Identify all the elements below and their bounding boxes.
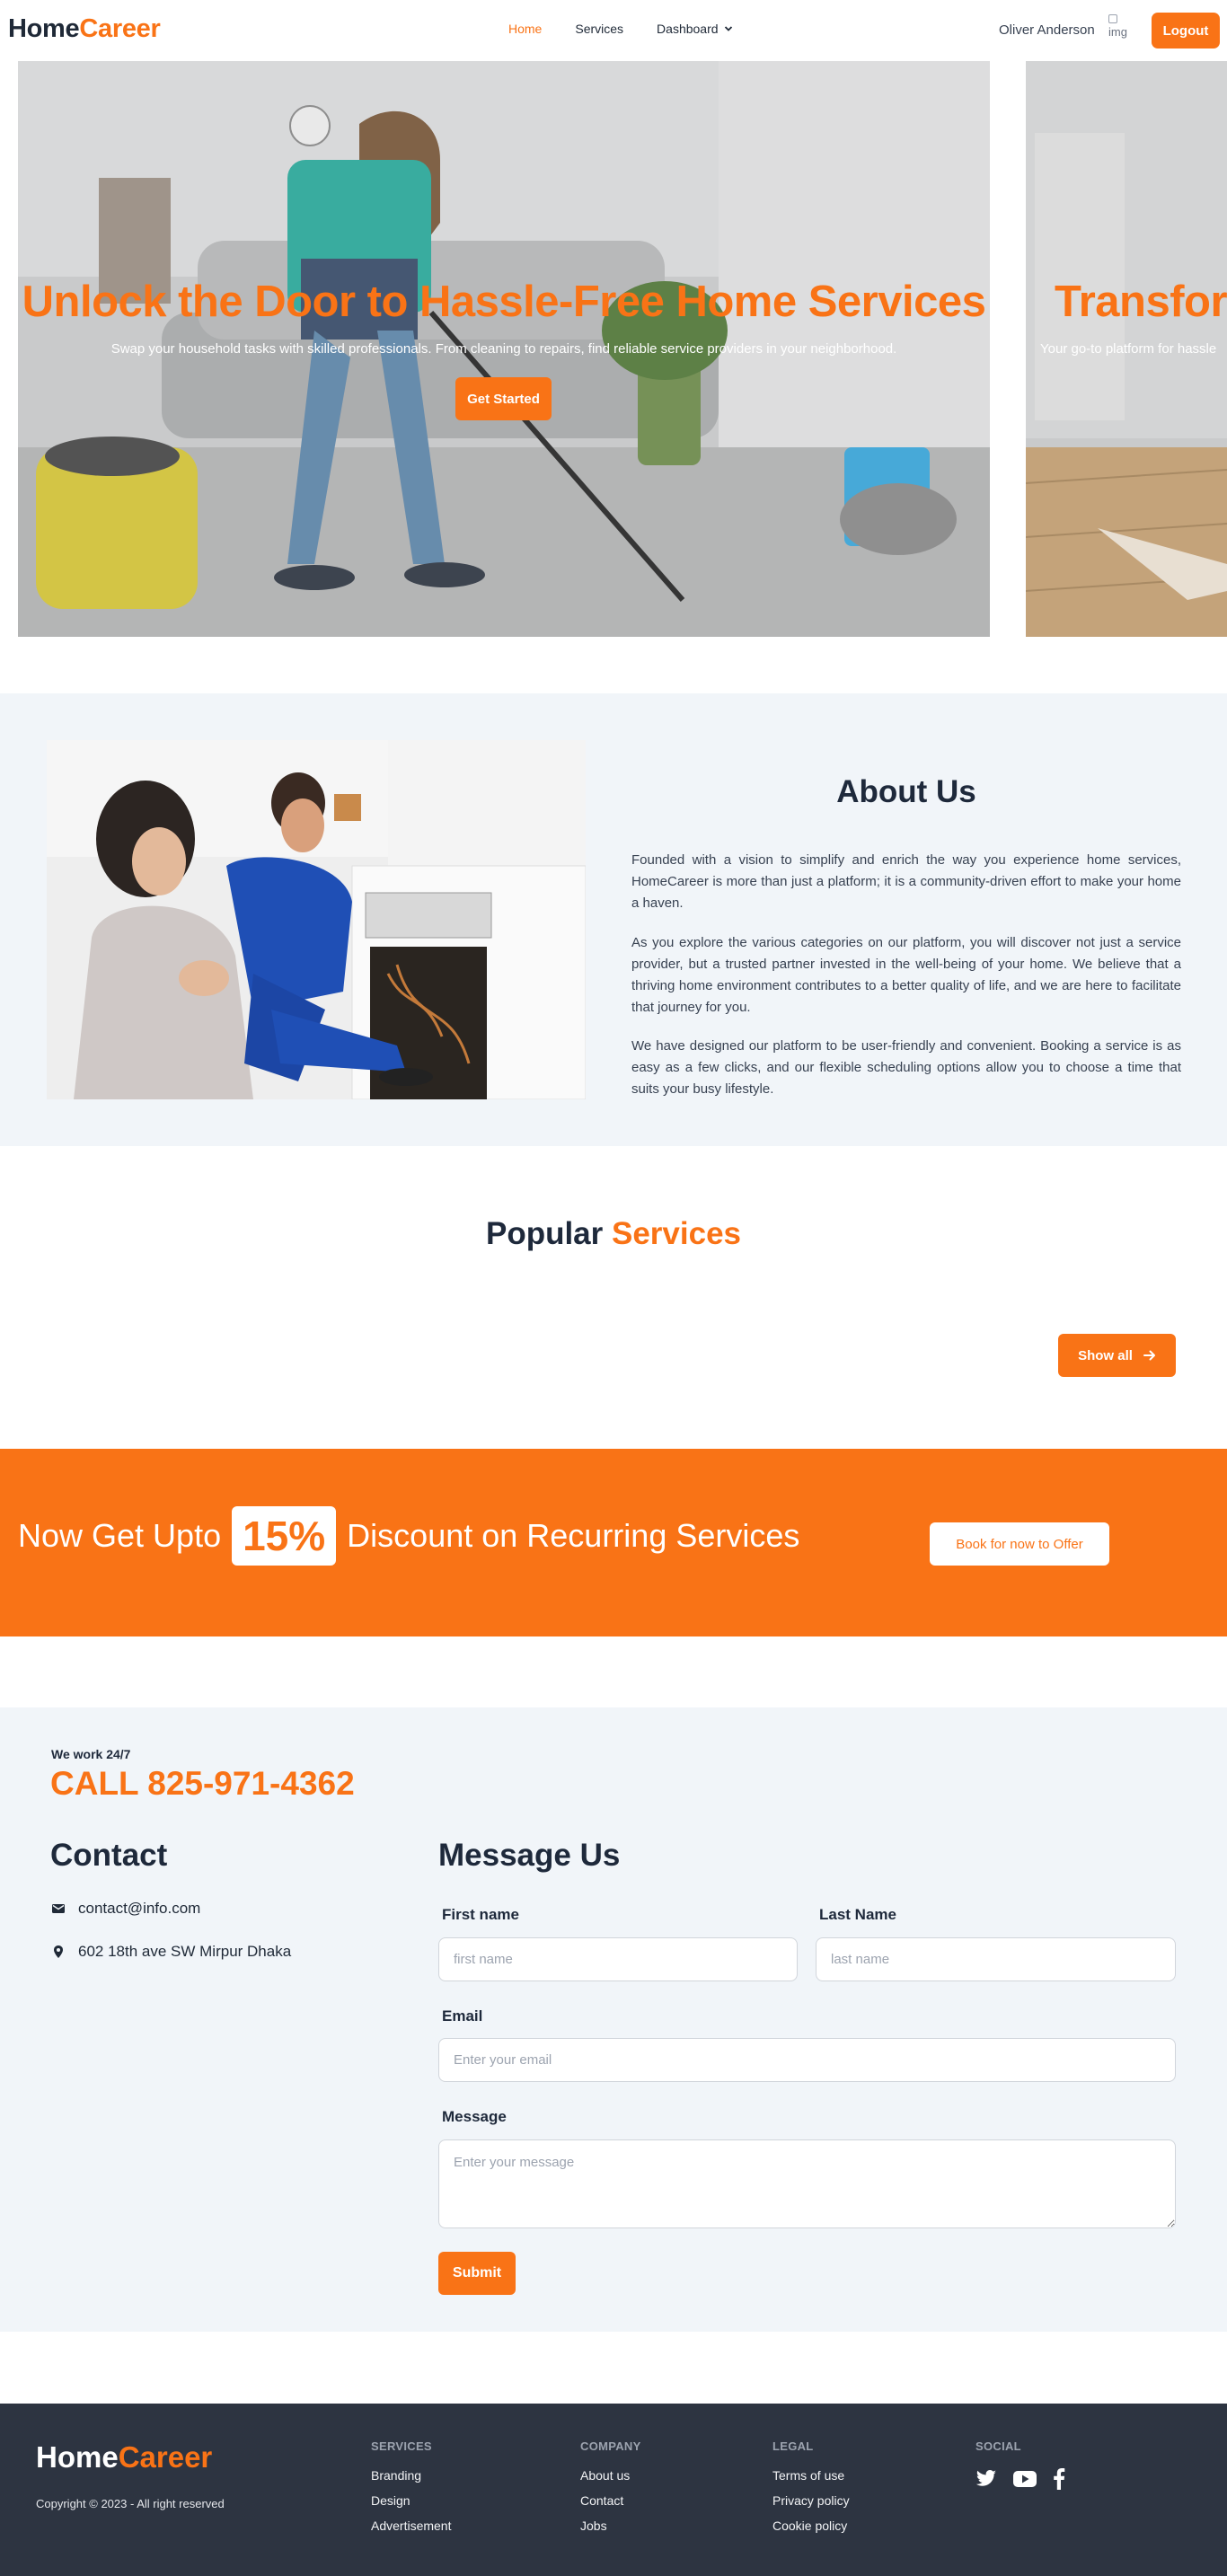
about-image: [47, 740, 586, 1099]
contact-email[interactable]: contact@info.com: [51, 1900, 200, 1918]
social-icons: [975, 2468, 1065, 2490]
footer-link-contact[interactable]: Contact: [580, 2493, 641, 2508]
nav-dashboard-label: Dashboard: [657, 22, 719, 36]
discount-text-before: Now Get Upto: [18, 1517, 222, 1554]
navbar: HomeCareer Home Services Dashboard Olive…: [0, 0, 1227, 61]
footer-brand-part2: Career: [118, 2440, 213, 2474]
brand-name-part1: Home: [8, 14, 80, 43]
facebook-icon[interactable]: [1053, 2468, 1065, 2490]
about-paragraph: As you explore the various categories on…: [631, 935, 1181, 1015]
youtube-icon[interactable]: [1013, 2470, 1037, 2488]
email-field[interactable]: [438, 2038, 1176, 2082]
book-offer-button[interactable]: Book for now to Offer: [930, 1522, 1109, 1566]
email-label: Email: [442, 2007, 483, 2025]
nav-dashboard-dropdown[interactable]: Dashboard: [657, 22, 733, 36]
message-us-heading: Message Us: [438, 1838, 621, 1873]
hero-subtitle: Swap your household tasks with skilled p…: [110, 341, 897, 357]
call-number[interactable]: CALL 825-971-4362: [50, 1765, 355, 1803]
arrow-right-icon: [1143, 1350, 1155, 1361]
footer-logo[interactable]: HomeCareer: [36, 2440, 212, 2475]
footer-social-column: SOCIAL: [975, 2439, 1065, 2490]
broken-image-icon: [1108, 14, 1117, 23]
last-name-label: Last Name: [819, 1906, 896, 1923]
footer-link-about-us[interactable]: About us: [580, 2468, 641, 2483]
last-name-input[interactable]: [816, 1937, 1176, 1981]
avatar-alt-text: img: [1108, 24, 1127, 39]
popular-title-part1: Popular: [485, 1216, 604, 1251]
nav-links: Home Services Dashboard: [508, 22, 733, 36]
first-name-label: First name: [442, 1906, 519, 1923]
footer-legal-column: LEGAL Terms of use Privacy policy Cookie…: [772, 2439, 850, 2544]
footer-company-column: COMPANY About us Contact Jobs: [580, 2439, 641, 2544]
footer-column-title: COMPANY: [580, 2439, 641, 2453]
discount-percent-badge: 15%: [232, 1506, 337, 1566]
contact-email-text: contact@info.com: [78, 1900, 201, 1917]
chevron-down-icon: [724, 26, 732, 31]
message-label: Message: [442, 2108, 507, 2125]
about-section: About Us Founded with a vision to simpli…: [0, 693, 1227, 1146]
footer-services-column: SERVICES Branding Design Advertisement: [371, 2439, 451, 2544]
logout-button[interactable]: Logout: [1152, 13, 1220, 49]
discount-text-after: Discount on Recurring Services: [347, 1517, 800, 1554]
footer-link-design[interactable]: Design: [371, 2493, 451, 2508]
user-name: Oliver Anderson: [999, 22, 1095, 38]
footer: HomeCareer Copyright © 2023 - All right …: [0, 2404, 1227, 2576]
contact-section: We work 24/7 CALL 825-971-4362 Contact c…: [0, 1707, 1227, 2332]
brand-name-part2: Career: [79, 14, 161, 43]
discount-text: Now Get Upto 15% Discount on Recurring S…: [18, 1506, 799, 1566]
hero-slide: Unlock the Door to Hassle-Free Home Serv…: [18, 61, 990, 637]
footer-link-jobs[interactable]: Jobs: [580, 2519, 641, 2533]
nav-home-link[interactable]: Home: [508, 22, 542, 36]
message-textarea[interactable]: [438, 2139, 1176, 2228]
work-hours: We work 24/7: [51, 1747, 131, 1761]
avatar[interactable]: img: [1108, 13, 1135, 47]
footer-brand-part1: Home: [36, 2440, 119, 2474]
copyright: Copyright © 2023 - All right reserved: [36, 2497, 225, 2510]
twitter-icon[interactable]: [975, 2470, 997, 2488]
about-paragraph: We have designed our platform to be user…: [631, 1038, 1181, 1097]
about-title: About Us: [836, 774, 976, 809]
brand-logo[interactable]: HomeCareer: [8, 14, 161, 44]
footer-column-title: SOCIAL: [975, 2439, 1021, 2453]
footer-link-cookie[interactable]: Cookie policy: [772, 2519, 850, 2533]
show-all-label: Show all: [1078, 1347, 1133, 1363]
hero-subtitle-2: Your go-to platform for hassle: [1040, 341, 1217, 357]
hero-title-2: Transform: [1055, 278, 1227, 326]
about-paragraph: Founded with a vision to simplify and en…: [631, 852, 1181, 911]
hero-slide-next: Transform Your go-to platform for hassle: [1026, 61, 1227, 637]
footer-link-privacy[interactable]: Privacy policy: [772, 2493, 850, 2508]
first-name-input[interactable]: [438, 1937, 798, 1981]
footer-link-advertisement[interactable]: Advertisement: [371, 2519, 451, 2533]
envelope-icon: [52, 1904, 65, 1913]
contact-address: 602 18th ave SW Mirpur Dhaka: [51, 1943, 291, 1961]
page: HomeCareer Home Services Dashboard Olive…: [0, 0, 1227, 2576]
footer-column-title: SERVICES: [371, 2439, 432, 2453]
location-pin-icon: [54, 1945, 63, 1958]
popular-title-part2: Services: [612, 1216, 742, 1251]
submit-button[interactable]: Submit: [438, 2252, 516, 2295]
contact-address-text: 602 18th ave SW Mirpur Dhaka: [78, 1943, 292, 1960]
popular-services-title: Popular Services: [0, 1216, 1227, 1252]
footer-column-title: LEGAL: [772, 2439, 814, 2453]
footer-link-branding[interactable]: Branding: [371, 2468, 451, 2483]
get-started-button[interactable]: Get Started: [455, 377, 552, 420]
nav-services-link[interactable]: Services: [575, 22, 623, 36]
show-all-button[interactable]: Show all: [1058, 1334, 1176, 1377]
footer-link-terms[interactable]: Terms of use: [772, 2468, 850, 2483]
discount-banner: Now Get Upto 15% Discount on Recurring S…: [0, 1449, 1227, 1636]
hero-title: Unlock the Door to Hassle-Free Home Serv…: [22, 278, 986, 326]
contact-heading: Contact: [50, 1838, 168, 1873]
